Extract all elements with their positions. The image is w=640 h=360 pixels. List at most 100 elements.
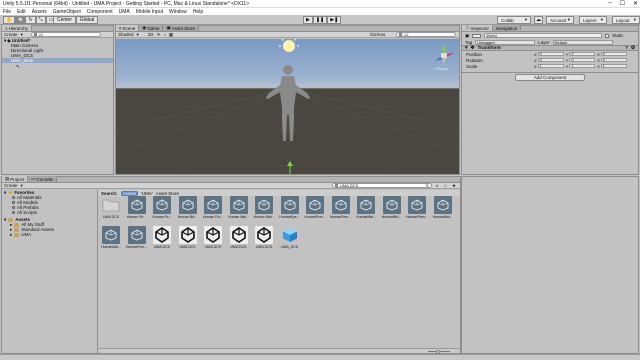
- expand-triangle-icon[interactable]: ▾: [4, 38, 6, 44]
- active-checkbox[interactable]: [472, 33, 482, 38]
- project-create-button[interactable]: Create: [4, 183, 18, 188]
- hierarchy-item-selected[interactable]: UMA_Male: [2, 58, 113, 63]
- scene-orientation-gizmo-icon[interactable]: [432, 43, 456, 67]
- maximize-icon[interactable]: ☐: [620, 0, 625, 7]
- asset-item[interactable]: UMA DCS: [253, 226, 275, 254]
- asset-item[interactable]: HumanFiem...: [406, 196, 428, 224]
- asset-item[interactable]: Human Fe...: [151, 196, 173, 224]
- cloud-icon[interactable]: ☁: [534, 16, 543, 24]
- collapse-triangle-icon[interactable]: ▸: [10, 232, 12, 238]
- menu-window[interactable]: Window: [169, 9, 187, 15]
- minimize-icon[interactable]: –: [608, 0, 611, 7]
- position-z-field[interactable]: 0: [600, 51, 627, 57]
- menu-assets[interactable]: Assets: [32, 9, 47, 15]
- asset-item[interactable]: HumanEye...: [279, 196, 301, 224]
- asset-item[interactable]: HumanMal...: [355, 196, 377, 224]
- pause-icon[interactable]: ❚❚: [312, 16, 328, 24]
- step-icon[interactable]: ▶❚: [327, 16, 342, 24]
- scene-viewport[interactable]: < Persp: [116, 39, 459, 174]
- play-icon[interactable]: ▶: [303, 16, 313, 24]
- menu-edit[interactable]: Edit: [17, 9, 26, 15]
- effects-toggle-icon[interactable]: ▦: [169, 32, 173, 38]
- tab-scene[interactable]: # Scene: [116, 25, 140, 31]
- add-component-button[interactable]: Add Component: [515, 74, 585, 81]
- asset-item[interactable]: UMA_DCS: [279, 226, 301, 254]
- tab-project[interactable]: ▤ Project: [2, 176, 29, 182]
- tag-dropdown[interactable]: Untagged: [475, 39, 536, 45]
- object-name-field[interactable]: World: [484, 33, 603, 38]
- directional-light-icon[interactable]: [274, 39, 304, 57]
- close-icon[interactable]: ✕: [633, 0, 638, 7]
- scale-tool-icon[interactable]: ⤡: [35, 16, 46, 24]
- asset-item[interactable]: Human Mal...: [253, 196, 275, 224]
- tab-hierarchy[interactable]: ≡ Hierarchy: [2, 25, 32, 31]
- menu-uma[interactable]: UMA: [119, 9, 130, 15]
- menu-file[interactable]: File: [3, 9, 11, 15]
- move-gizmo-icon[interactable]: [285, 161, 295, 174]
- rotation-z-field[interactable]: 0: [600, 57, 627, 63]
- expand-triangle-icon[interactable]: ▾: [4, 217, 6, 223]
- asset-item[interactable]: UMA DCS: [228, 226, 250, 254]
- menu-help[interactable]: Help: [193, 9, 203, 15]
- star-icon[interactable]: ★: [452, 183, 456, 189]
- help-icon[interactable]: ?: [625, 46, 628, 51]
- layers-dropdown[interactable]: Layers ▾: [579, 16, 607, 24]
- static-checkbox[interactable]: [605, 33, 610, 38]
- pivot-toggle[interactable]: Center: [53, 16, 76, 24]
- menu-mobile-input[interactable]: Mobile Input: [136, 9, 163, 15]
- audio-toggle-icon[interactable]: ♪: [164, 32, 166, 37]
- asset-item[interactable]: Human Bri...: [177, 196, 199, 224]
- layout-dropdown[interactable]: Layout ▾: [612, 16, 640, 24]
- gizmos-dropdown[interactable]: Gizmos: [370, 32, 385, 37]
- gear-icon[interactable]: ⚙: [631, 46, 635, 51]
- clear-search-icon[interactable]: ✕: [426, 183, 429, 188]
- asset-item[interactable]: UMA DCS: [100, 196, 122, 224]
- rotate-tool-icon[interactable]: ↻: [25, 16, 36, 24]
- position-y-field[interactable]: 0: [569, 51, 596, 57]
- asset-item[interactable]: UMA DCS: [202, 226, 224, 254]
- tab-inspector[interactable]: ⓘ Inspector: [462, 25, 494, 31]
- scale-x-field[interactable]: 1: [537, 63, 564, 69]
- tab-asset-store[interactable]: ▣ Asset Store: [163, 25, 200, 31]
- tab-navigation[interactable]: Navigation: [493, 25, 522, 31]
- move-tool-icon[interactable]: ✥: [15, 16, 26, 24]
- hierarchy-create-button[interactable]: Create: [4, 32, 18, 37]
- project-search-input[interactable]: UMA DCS ✕: [332, 183, 432, 188]
- scope-asset-store-button[interactable]: Asset Store: [156, 191, 179, 196]
- filter-type-icon[interactable]: ◐: [436, 183, 439, 188]
- asset-item[interactable]: Human Ful...: [202, 196, 224, 224]
- scope-uma-button[interactable]: 'UMA': [141, 191, 153, 196]
- lighting-toggle-icon[interactable]: ☀: [157, 32, 161, 38]
- tab-game[interactable]: ◉ Game: [139, 25, 164, 31]
- menu-component[interactable]: Component: [87, 9, 113, 15]
- asset-item[interactable]: UMA DCS: [151, 226, 173, 254]
- asset-item[interactable]: HumanFem...: [330, 196, 352, 224]
- shading-mode-dropdown[interactable]: Shaded: [118, 32, 134, 37]
- 2d-toggle[interactable]: 2D: [148, 32, 154, 37]
- favorite-item[interactable]: All Scripts: [4, 210, 97, 215]
- hand-tool-icon[interactable]: ✋: [3, 16, 16, 24]
- asset-item[interactable]: UMA DCS: [177, 226, 199, 254]
- space-toggle[interactable]: Global: [76, 16, 98, 24]
- filter-label-icon[interactable]: ⌂: [444, 183, 447, 188]
- scene-search-input[interactable]: All: [396, 32, 456, 37]
- collab-dropdown[interactable]: Collab ▾: [497, 16, 531, 24]
- asset-item[interactable]: Human Fe...: [126, 196, 148, 224]
- account-dropdown[interactable]: Account ▾: [546, 16, 574, 24]
- asset-item[interactable]: HumanFem...: [126, 226, 148, 254]
- asset-item[interactable]: HumanBrit...: [381, 196, 403, 224]
- perspective-label[interactable]: < Persp: [434, 66, 448, 71]
- scope-assets-button[interactable]: Assets: [120, 190, 139, 196]
- rotation-y-field[interactable]: 0: [569, 57, 596, 63]
- hierarchy-search-input[interactable]: All: [30, 32, 101, 37]
- asset-item[interactable]: Human Mal...: [228, 196, 250, 224]
- expand-triangle-icon[interactable]: ▾: [465, 46, 467, 51]
- position-x-field[interactable]: 0: [537, 51, 564, 57]
- asset-item[interactable]: HumanMal...: [432, 196, 454, 224]
- uma-male-model[interactable]: [263, 63, 313, 153]
- asset-item[interactable]: HumanFem...: [304, 196, 326, 224]
- scale-z-field[interactable]: 1: [600, 63, 627, 69]
- rotation-x-field[interactable]: 0: [537, 57, 564, 63]
- menu-gameobject[interactable]: GameObject: [53, 9, 81, 15]
- scale-y-field[interactable]: 1: [569, 63, 596, 69]
